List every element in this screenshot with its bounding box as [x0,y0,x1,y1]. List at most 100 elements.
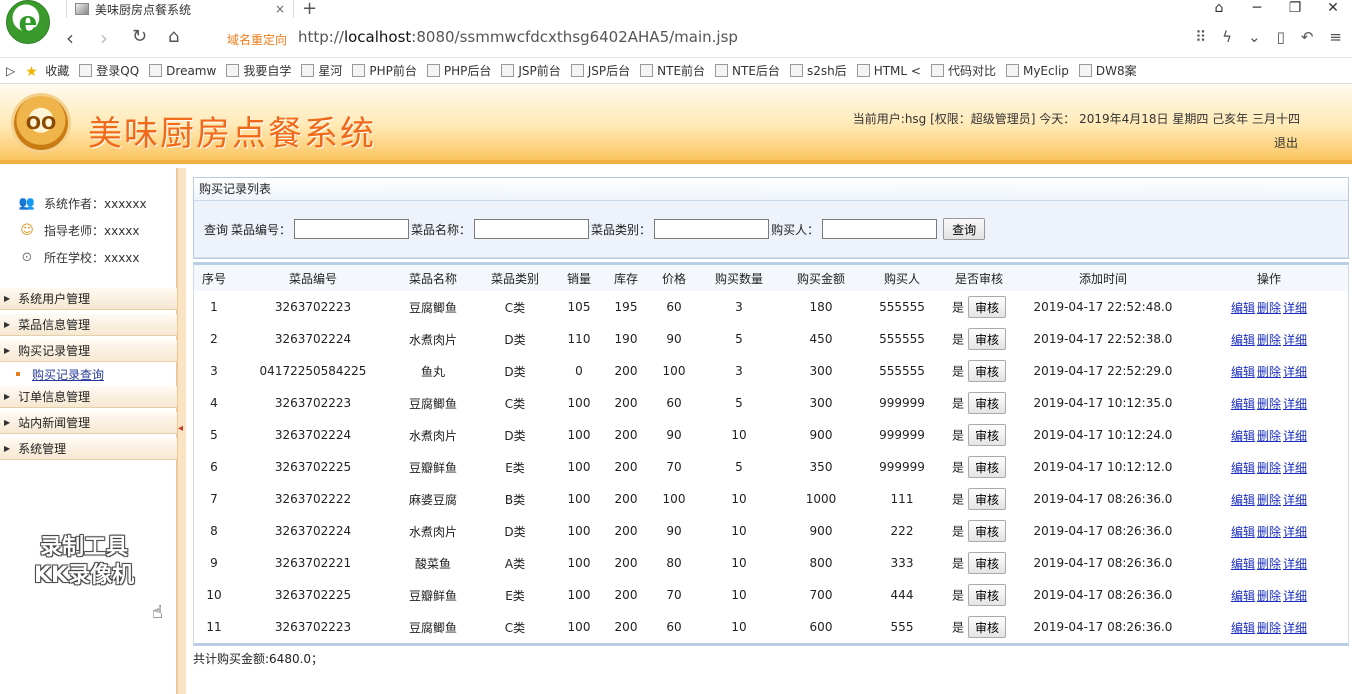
bookmark-item[interactable]: NTE前台 [640,62,705,79]
edit-link[interactable]: 编辑 [1231,493,1255,507]
forward-icon[interactable]: › [100,26,108,50]
grid-icon[interactable]: ⠿ [1195,28,1206,46]
bookmark-page-icon[interactable]: ▯ [1277,28,1285,46]
edit-link[interactable]: 编辑 [1231,397,1255,411]
detail-link[interactable]: 详细 [1283,333,1307,347]
purchase-query-link[interactable]: 购买记录查询 [32,366,104,383]
bookmark-item[interactable]: 我要自学 [226,62,291,79]
collapse-arrow-icon[interactable]: ◂ [178,423,183,434]
sidebar-item-orders[interactable]: ▶ 订单信息管理 [0,386,177,408]
menu-icon[interactable]: ≡ [1329,28,1342,46]
browser-tab[interactable]: 美味厨房点餐系统 × [66,0,294,18]
detail-link[interactable]: 详细 [1283,365,1307,379]
bookmark-item[interactable]: JSP前台 [501,62,561,79]
bookmark-item[interactable]: JSP后台 [570,62,630,79]
window-maximize-button[interactable]: ❐ [1276,0,1314,16]
sidebar-item-system-users[interactable]: ▶ 系统用户管理 [0,288,177,310]
back-icon[interactable]: ‹ [66,26,74,50]
audit-button[interactable]: 审核 [968,328,1007,350]
detail-link[interactable]: 详细 [1283,397,1307,411]
edit-link[interactable]: 编辑 [1231,333,1255,347]
delete-link[interactable]: 删除 [1257,621,1281,635]
detail-link[interactable]: 详细 [1283,301,1307,315]
detail-link[interactable]: 详细 [1283,429,1307,443]
sidebar-toggle-icon[interactable]: ▷ [6,64,15,78]
window-minimize-button[interactable]: ─ [1238,0,1276,16]
new-tab-button[interactable]: + [302,0,317,19]
detail-link[interactable]: 详细 [1283,589,1307,603]
url-input[interactable]: http://localhost:8080/ssmmwcfdcxthsg6402… [298,28,738,46]
delete-link[interactable]: 删除 [1257,589,1281,603]
detail-link[interactable]: 详细 [1283,493,1307,507]
dish-name-input[interactable] [474,219,590,239]
edit-link[interactable]: 编辑 [1231,557,1255,571]
sidebar-item-system[interactable]: ▶ 系统管理 [0,438,177,460]
window-close-button[interactable]: ✕ [1314,0,1352,16]
browser-logo-icon[interactable]: e [6,0,50,44]
audit-button[interactable]: 审核 [968,616,1007,638]
sidebar-collapse-handle[interactable]: ◂ [177,168,186,694]
audit-button[interactable]: 审核 [968,488,1007,510]
buyer-input[interactable] [822,219,938,239]
bookmark-item[interactable]: Dreamw [149,64,216,78]
delete-link[interactable]: 删除 [1257,365,1281,379]
delete-link[interactable]: 删除 [1257,429,1281,443]
audit-button[interactable]: 审核 [968,360,1007,382]
bookmark-item[interactable]: HTML < [856,64,921,78]
delete-link[interactable]: 删除 [1257,397,1281,411]
sidebar-subitem-purchase-query[interactable]: 购买记录查询 [0,364,177,384]
chevron-down-icon[interactable]: ⌄ [1248,28,1261,46]
detail-link[interactable]: 详细 [1283,621,1307,635]
logout-link[interactable]: 退出 [1274,134,1298,151]
search-button[interactable]: 查询 [943,218,986,240]
cell-price: 100 [662,364,686,378]
sidebar-item-news[interactable]: ▶ 站内新闻管理 [0,412,177,434]
dish-code-input[interactable] [294,219,410,239]
dish-category-input[interactable] [654,219,770,239]
edit-link[interactable]: 编辑 [1231,429,1255,443]
delete-link[interactable]: 删除 [1257,493,1281,507]
edit-link[interactable]: 编辑 [1231,589,1255,603]
home-icon[interactable]: ⌂ [168,26,179,47]
audit-button[interactable]: 审核 [968,392,1007,414]
col-dish-category: 菜品类别 [474,265,556,291]
audit-button[interactable]: 审核 [968,520,1007,542]
bookmark-item[interactable]: 星河 [301,62,342,79]
audit-button[interactable]: 审核 [968,552,1007,574]
delete-link[interactable]: 删除 [1257,557,1281,571]
bookmark-item[interactable]: PHP前台 [352,62,417,79]
bookmark-item[interactable]: NTE后台 [715,62,780,79]
audit-button[interactable]: 审核 [968,424,1007,446]
detail-link[interactable]: 详细 [1283,557,1307,571]
bookmark-item[interactable]: 代码对比 [930,62,996,79]
edit-link[interactable]: 编辑 [1231,365,1255,379]
delete-link[interactable]: 删除 [1257,525,1281,539]
detail-link[interactable]: 详细 [1283,525,1307,539]
bookmark-item[interactable]: MyEclip [1005,64,1069,78]
undo-icon[interactable]: ↶ [1301,28,1314,46]
delete-link[interactable]: 删除 [1257,461,1281,475]
detail-link[interactable]: 详细 [1283,461,1307,475]
audit-button[interactable]: 审核 [968,584,1007,606]
bookmark-item[interactable]: ★ 收藏 [25,62,69,80]
refresh-icon[interactable]: ↻ [132,26,147,47]
cell-quantity: 10 [731,492,747,506]
edit-link[interactable]: 编辑 [1231,461,1255,475]
delete-link[interactable]: 删除 [1257,333,1281,347]
cell-actions: 编辑 删除 详细 [1190,547,1348,579]
delete-link[interactable]: 删除 [1257,301,1281,315]
bookmark-item[interactable]: 登录QQ [79,62,139,79]
sidebar-item-dishes[interactable]: ▶ 菜品信息管理 [0,314,177,336]
bookmark-item[interactable]: PHP后台 [426,62,491,79]
lightning-icon[interactable]: ϟ [1222,28,1232,46]
edit-link[interactable]: 编辑 [1231,621,1255,635]
edit-link[interactable]: 编辑 [1231,525,1255,539]
window-home-icon[interactable]: ⌂ [1200,0,1238,16]
audit-button[interactable]: 审核 [968,456,1007,478]
tab-close-icon[interactable]: × [275,2,285,16]
bookmark-item[interactable]: s2sh后 [789,62,847,79]
bookmark-item[interactable]: DW8案 [1078,62,1137,79]
edit-link[interactable]: 编辑 [1231,301,1255,315]
sidebar-item-purchase-records[interactable]: ▶ 购买记录管理 [0,340,177,362]
audit-button[interactable]: 审核 [968,296,1007,318]
